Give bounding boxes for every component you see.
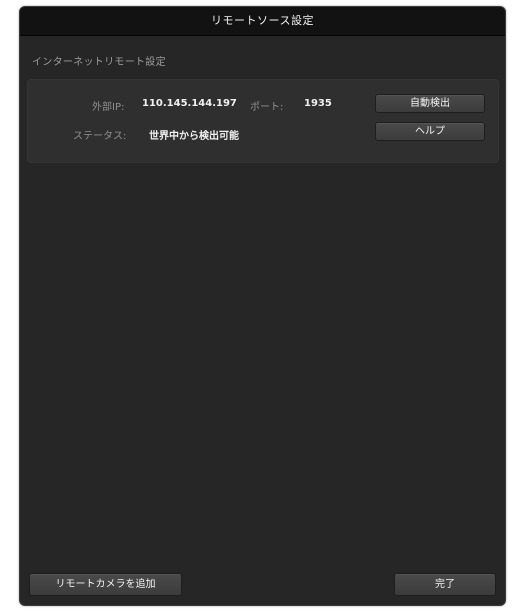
port-value: 1935 (304, 98, 332, 109)
internet-remote-panel: 外部IP: 110.145.144.197 ポート: 1935 ステータス: 世… (27, 79, 499, 163)
add-remote-camera-button[interactable]: リモートカメラを追加 (29, 573, 182, 596)
section-title: インターネットリモート設定 (32, 57, 166, 68)
status-label: ステータス: (73, 131, 127, 142)
external-ip-label: 外部IP: (92, 102, 125, 113)
done-button[interactable]: 完了 (394, 573, 496, 596)
external-ip-value: 110.145.144.197 (142, 98, 237, 109)
status-value: 世界中から検出可能 (149, 131, 239, 142)
dialog-title: リモートソース設定 (20, 7, 505, 36)
auto-detect-button[interactable]: 自動検出 (375, 94, 485, 113)
port-label: ポート: (250, 102, 284, 113)
help-button[interactable]: ヘルプ (375, 122, 485, 141)
remote-source-settings-dialog: リモートソース設定 インターネットリモート設定 外部IP: 110.145.14… (19, 6, 506, 606)
